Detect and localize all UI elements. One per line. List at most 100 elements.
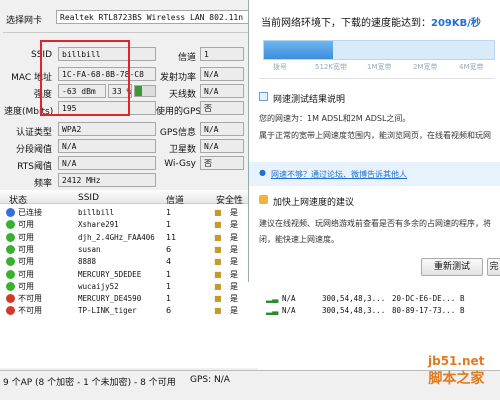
type-cell: B xyxy=(460,306,465,316)
section1-line2: 属于正常的宽带上网速度范围内，能浏览网页，在线看视频和玩网 xyxy=(259,131,491,140)
antenna-field: N/A xyxy=(200,84,244,98)
gps-status: GPS: N/A xyxy=(190,375,230,385)
signal-icon: ▂▃ xyxy=(266,294,279,304)
bssid-cell: 20-DC-E6-DE... xyxy=(392,294,456,304)
gps-used-label: 使用的GPS xyxy=(156,107,202,117)
txpower-label: 发射功率 xyxy=(159,73,196,83)
forum-link[interactable]: 网速不够？通过论坛、微博告诉其他人 xyxy=(271,169,407,180)
wigsy-field: 否 xyxy=(200,156,244,170)
rates-cell: 300,54,48,3... xyxy=(322,306,386,316)
status-icon xyxy=(6,294,15,304)
satellite-label: 卫星数 xyxy=(168,145,196,155)
channel-cell: 6 xyxy=(166,244,172,254)
channel-cell: 1 xyxy=(166,281,172,291)
section1-title: 网速测试结果说明 xyxy=(273,95,346,105)
status-icon xyxy=(6,281,15,291)
strength-meter xyxy=(134,85,156,97)
ssid-cell: MERCURY_DE4590 xyxy=(78,294,142,304)
channel-label: 信道 xyxy=(177,53,196,63)
wigsy-label: Wi-Gsy xyxy=(164,159,196,169)
col-header-security[interactable]: 安全性 xyxy=(216,193,243,206)
retest-button[interactable]: 重新测试 xyxy=(421,258,483,276)
table-row[interactable]: 不可用 TP-LINK_tiger 6 ■ 是 ▂▃ N/A 300,54,48,3... 80… xyxy=(0,305,500,317)
speed-test-panel: 当前网络环境下，下载的速度能达到：209KB/秒 拨号 512K宽带 1M宽带 … xyxy=(248,0,500,282)
lock-icon: ■ xyxy=(214,232,222,242)
security-cell: 是 xyxy=(230,294,238,304)
security-cell: 是 xyxy=(230,244,238,254)
ssid-cell: TP-LINK_tiger xyxy=(78,306,137,316)
antenna-label: 天线数 xyxy=(168,90,196,100)
status-cell: 可用 xyxy=(18,257,34,267)
status-icon xyxy=(6,269,15,279)
scale-label: 4M宽带 xyxy=(459,63,484,71)
lock-icon: ■ xyxy=(214,294,222,304)
security-cell: 是 xyxy=(230,220,238,230)
status-cell: 可用 xyxy=(18,281,34,291)
gps-used-field: 否 xyxy=(200,101,244,115)
col-header-channel[interactable]: 信道 xyxy=(166,193,184,206)
status-cell: 可用 xyxy=(18,220,34,230)
done-button[interactable]: 完 xyxy=(487,258,500,276)
status-cell: 可用 xyxy=(18,232,34,242)
section2-line2: 闭，能快速上网速度。 xyxy=(259,235,339,244)
table-row[interactable]: 可用 wucaijy52 1 ■ 是 xyxy=(0,281,500,293)
security-cell: 是 xyxy=(230,281,238,291)
signal-icon: ▂▃ xyxy=(266,306,279,316)
rts-label: RTS阈值 xyxy=(17,162,52,172)
ssid-cell: susan xyxy=(78,244,101,254)
mode-cell: N/A xyxy=(282,294,296,304)
mode-cell: N/A xyxy=(282,306,296,316)
lock-icon: ■ xyxy=(214,257,222,267)
gps-info-label: GPS信息 xyxy=(159,128,196,138)
status-cell: 可用 xyxy=(18,269,34,279)
status-cell: 不可用 xyxy=(18,306,42,316)
security-cell: 是 xyxy=(230,306,238,316)
security-cell: 是 xyxy=(230,257,238,267)
gps-info-field: N/A xyxy=(200,122,244,136)
divider xyxy=(259,78,495,79)
auth-field: WPA2 xyxy=(58,122,156,136)
info-icon xyxy=(259,92,268,101)
section2-title: 加快上网速度的建议 xyxy=(273,198,355,208)
security-cell: 是 xyxy=(230,269,238,279)
type-cell: B xyxy=(460,294,465,304)
question-bar: ● 网速不够？通过论坛、微博告诉其他人 xyxy=(249,162,500,186)
ssid-cell: wucaijy52 xyxy=(78,281,119,291)
status-cell: 可用 xyxy=(18,244,34,254)
lock-icon: ■ xyxy=(214,306,222,316)
status-icon xyxy=(6,257,15,267)
status-icon xyxy=(6,232,15,242)
ssid-cell: MERCURY_5DEDEE xyxy=(78,269,142,279)
bulb-icon xyxy=(259,195,268,204)
rates-cell: 300,54,48,3... xyxy=(322,294,386,304)
channel-cell: 4 xyxy=(166,257,172,267)
scale-label: 2M宽带 xyxy=(413,63,438,71)
satellite-field: N/A xyxy=(200,139,244,153)
watermark-url: jb51.net xyxy=(428,354,485,368)
speed-scale: 拨号 512K宽带 1M宽带 2M宽带 4M宽带 xyxy=(263,62,495,72)
status-icon xyxy=(6,220,15,230)
status-icon xyxy=(6,306,15,316)
security-cell: 是 xyxy=(230,232,238,242)
status-icon xyxy=(6,208,15,217)
channel-cell: 1 xyxy=(166,220,172,230)
channel-field: 1 xyxy=(200,47,244,61)
adapter-select[interactable]: Realtek RTL8723BS Wireless LAN 802.11n S… xyxy=(56,10,256,24)
col-header-ssid[interactable]: SSID xyxy=(78,193,99,203)
bssid-cell: 80-89-17-73... xyxy=(392,306,456,316)
watermark-name: 脚本之家 xyxy=(428,371,485,387)
col-header-status[interactable]: 状态 xyxy=(9,193,27,206)
table-row[interactable]: 不可用 MERCURY_DE4590 1 ■ 是 ▂▃ N/A 300,54,48,3... 2… xyxy=(0,293,500,305)
frag-field: N/A xyxy=(58,139,156,153)
auth-label: 认证类型 xyxy=(15,128,52,138)
scale-label: 拨号 xyxy=(273,63,287,71)
lock-icon: ■ xyxy=(214,208,222,217)
lock-icon: ■ xyxy=(214,281,222,291)
section2-line1: 建议在线视频、玩网络游戏前查看是否有多余的占网速的程序，将 xyxy=(259,219,491,228)
ssid-cell: billbill xyxy=(78,208,115,217)
security-cell: 是 xyxy=(230,208,238,217)
freq-field: 2412 MHz xyxy=(58,173,156,187)
scale-label: 1M宽带 xyxy=(367,63,392,71)
section1-line1: 您的网速为：1M ADSL和2M ADSL之间。 xyxy=(259,114,411,123)
watermark: jb51.net 脚本之家 xyxy=(428,354,484,388)
